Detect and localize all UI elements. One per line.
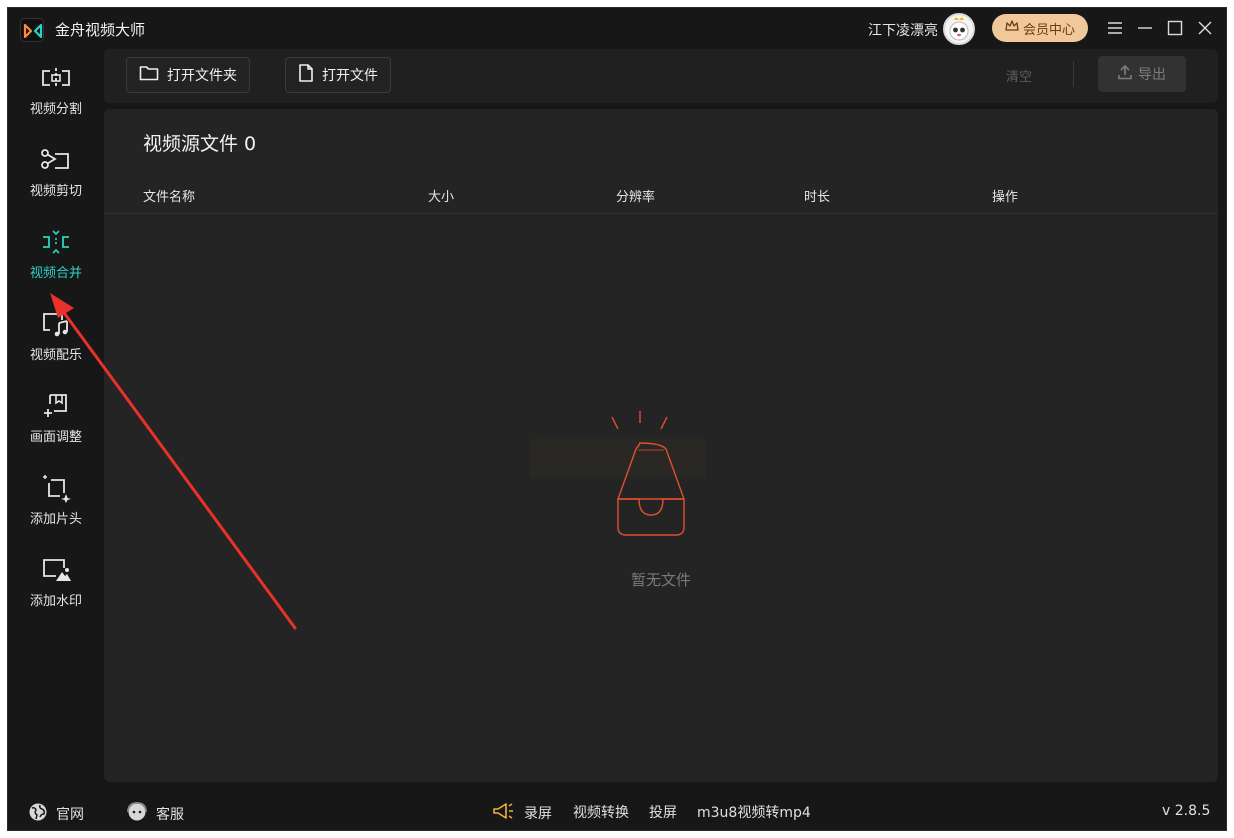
- export-button[interactable]: 导出: [1098, 56, 1186, 92]
- sidebar-item-label: 画面调整: [29, 430, 82, 445]
- video-split-icon: [39, 62, 73, 94]
- username[interactable]: 江下凌漂亮: [868, 20, 938, 40]
- vip-label: 会员中心: [1022, 22, 1075, 38]
- website-label: 官网: [56, 807, 84, 823]
- app-logo-icon: [20, 18, 44, 42]
- empty-state: [530, 405, 710, 595]
- sidebar-item-label: 视频剪切: [29, 184, 82, 199]
- sidebar-item-picture-adjust[interactable]: 画面调整: [8, 380, 104, 458]
- sidebar-item-video-merge[interactable]: 视频合并: [8, 216, 104, 294]
- crown-icon: [1005, 20, 1019, 36]
- convert-link[interactable]: 视频转换: [573, 802, 629, 822]
- version-text: v 2.8.5: [1162, 803, 1211, 819]
- sidebar-item-label: 添加片头: [29, 512, 82, 527]
- page-title: 视频源文件 0: [143, 133, 257, 155]
- sidebar-item-add-watermark[interactable]: 添加水印: [8, 544, 104, 622]
- record-label: 录屏: [524, 806, 552, 822]
- add-intro-icon: [39, 472, 73, 504]
- website-link[interactable]: 官网: [28, 802, 84, 826]
- clear-button[interactable]: 清空: [1006, 66, 1032, 85]
- sidebar-item-video-music[interactable]: 视频配乐: [8, 298, 104, 376]
- support-label: 客服: [156, 807, 184, 823]
- sidebar-item-label: 视频分割: [29, 102, 82, 117]
- globe-icon: [28, 802, 48, 826]
- sidebar-item-video-split[interactable]: 视频分割: [8, 52, 104, 130]
- toolbar-divider: [1073, 61, 1074, 87]
- open-folder-button[interactable]: 打开文件夹: [126, 57, 250, 93]
- title-bar: 金舟视频大师 江下凌漂亮 会员中心: [8, 8, 1228, 48]
- column-header-resolution: 分辨率: [616, 190, 656, 205]
- empty-box-icon: [611, 411, 685, 536]
- toolbar: 打开文件夹 打开文件 清空 导出: [104, 49, 1218, 103]
- app-window: 金舟视频大师 江下凌漂亮 会员中心 视频分割 视频剪切 视频合并 视频配乐 画面…: [7, 7, 1227, 831]
- sidebar: 视频分割 视频剪切 视频合并 视频配乐 画面调整 添加片头 添加水印: [8, 52, 104, 782]
- video-merge-icon: [39, 226, 73, 258]
- sidebar-item-add-intro[interactable]: 添加片头: [8, 462, 104, 540]
- sidebar-item-label: 视频合并: [29, 266, 82, 281]
- m3u8-link[interactable]: m3u8视频转mp4: [697, 802, 811, 822]
- menu-icon[interactable]: [1104, 17, 1126, 39]
- scissors-icon: [39, 144, 73, 176]
- avatar[interactable]: [943, 13, 975, 45]
- open-file-button[interactable]: 打开文件: [285, 57, 391, 93]
- header-divider: [104, 213, 1218, 214]
- column-header-duration: 时长: [804, 190, 831, 205]
- open-file-label: 打开文件: [322, 68, 378, 84]
- app-title: 金舟视频大师: [55, 21, 146, 39]
- headset-icon: [126, 802, 148, 826]
- watermark-icon: [39, 554, 73, 586]
- file-icon: [298, 64, 314, 86]
- open-folder-label: 打开文件夹: [167, 68, 237, 84]
- column-header-filename: 文件名称: [143, 190, 196, 205]
- sidebar-item-label: 添加水印: [29, 594, 82, 609]
- minimize-icon[interactable]: [1134, 17, 1156, 39]
- status-bar: 官网 客服 录屏 视频转换 投屏 m3u8视频转mp4 v 2.8.5: [8, 792, 1228, 832]
- vip-center-button[interactable]: 会员中心: [992, 14, 1088, 42]
- sidebar-item-video-cut[interactable]: 视频剪切: [8, 134, 104, 212]
- megaphone-icon: [492, 802, 516, 824]
- folder-icon: [139, 65, 159, 85]
- music-icon: [39, 308, 73, 340]
- export-label: 导出: [1138, 67, 1166, 83]
- close-icon[interactable]: [1194, 17, 1216, 39]
- cast-link[interactable]: 投屏: [649, 802, 677, 822]
- record-link[interactable]: 录屏: [492, 802, 552, 824]
- support-link[interactable]: 客服: [126, 802, 184, 826]
- column-header-size: 大小: [428, 190, 455, 205]
- maximize-icon[interactable]: [1164, 17, 1186, 39]
- file-list-panel: 视频源文件 0 文件名称 大小 分辨率 时长 操作 暂无文件: [104, 109, 1218, 782]
- empty-state-text: 暂无文件: [630, 571, 691, 589]
- adjust-icon: [39, 390, 73, 422]
- column-header-actions: 操作: [992, 190, 1019, 205]
- upload-icon: [1118, 64, 1132, 84]
- sidebar-item-label: 视频配乐: [29, 348, 82, 363]
